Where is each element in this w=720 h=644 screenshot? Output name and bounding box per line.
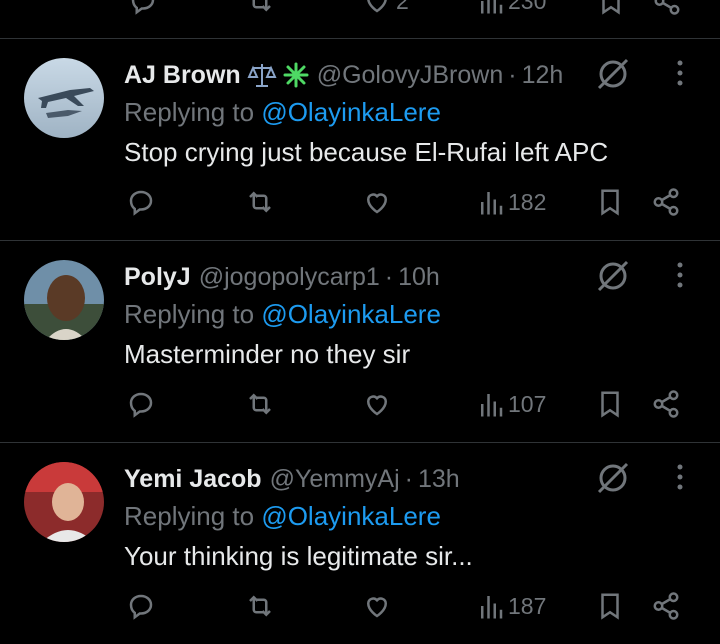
tweet-actions: 187 (0, 590, 720, 622)
reply-icon[interactable] (128, 0, 158, 16)
bookmark-icon[interactable] (598, 0, 624, 16)
share-icon[interactable] (652, 0, 682, 16)
like-icon[interactable] (362, 186, 392, 218)
display-name[interactable]: AJ Brown (124, 61, 241, 90)
share-icon[interactable] (651, 388, 681, 420)
repost-icon[interactable] (244, 388, 276, 420)
reply-icon[interactable] (126, 388, 156, 420)
grok-icon[interactable] (595, 258, 631, 294)
tweet-header: AJ Brown @GolovyJBrown · 12h (124, 58, 563, 92)
display-name[interactable]: Yemi Jacob (124, 465, 262, 494)
replying-prefix: Replying to (124, 97, 255, 127)
view-count: 230 (508, 0, 547, 14)
tweet-text: Stop crying just because El-Rufai left A… (124, 137, 609, 167)
tweet-actions: 182 (0, 186, 720, 218)
views-button[interactable]: 230 (478, 0, 546, 16)
grok-icon[interactable] (595, 460, 631, 496)
replying-prefix: Replying to (124, 299, 255, 329)
mention-link[interactable]: @OlayinkaLere (261, 97, 441, 127)
share-icon[interactable] (651, 186, 681, 218)
more-options-icon[interactable] (668, 58, 692, 88)
tweet-header: Yemi Jacob @YemmyAj · 13h (124, 462, 460, 496)
tweet-header: PolyJ @jogopolycarp1 · 10h (124, 260, 440, 294)
timestamp[interactable]: 10h (398, 263, 440, 292)
separator-dot: · (384, 262, 394, 291)
repost-icon[interactable] (245, 0, 275, 16)
tweet-text: Masterminder no they sir (124, 339, 411, 369)
view-count: 107 (508, 390, 547, 417)
avatar[interactable] (24, 260, 104, 340)
separator-dot: · (404, 464, 413, 493)
mention-link[interactable]: @OlayinkaLere (261, 501, 441, 531)
repost-icon[interactable] (244, 186, 276, 218)
replying-to: Replying to @OlayinkaLere (124, 97, 441, 128)
bookmark-icon[interactable] (597, 186, 623, 218)
share-icon[interactable] (651, 590, 681, 622)
tweet-text: Your thinking is legitimate sir... (124, 541, 473, 571)
handle[interactable]: @YemmyAj (270, 465, 400, 494)
like-icon[interactable] (362, 590, 392, 622)
sparkle-emoji (283, 62, 309, 88)
more-options-icon[interactable] (668, 260, 692, 290)
tweet-actions: 107 (0, 388, 720, 420)
replying-to: Replying to @OlayinkaLere (124, 299, 441, 330)
handle[interactable]: @jogopolycarp1 (199, 263, 380, 292)
tweet-reply[interactable]: PolyJ @jogopolycarp1 · 10h Replying to @… (0, 240, 720, 443)
like-button[interactable]: 2 (362, 0, 409, 16)
timestamp[interactable]: 12h (522, 61, 564, 90)
more-options-icon[interactable] (668, 462, 692, 492)
separator-dot: · (508, 60, 517, 89)
tweet-reply[interactable]: AJ Brown @GolovyJBrown · 12h Replying to… (0, 38, 720, 241)
display-name[interactable]: PolyJ (124, 263, 191, 292)
replying-prefix: Replying to (124, 501, 255, 531)
reply-icon[interactable] (126, 590, 156, 622)
views-button[interactable]: 187 (478, 590, 546, 622)
like-count: 2 (396, 0, 409, 14)
avatar[interactable] (24, 462, 104, 542)
view-count: 182 (508, 188, 547, 215)
bookmark-icon[interactable] (597, 590, 623, 622)
avatar[interactable] (24, 58, 104, 138)
replying-to: Replying to @OlayinkaLere (124, 501, 441, 532)
reply-icon[interactable] (126, 186, 156, 218)
tweet-reply[interactable]: Yemi Jacob @YemmyAj · 13h Replying to @O… (0, 442, 720, 644)
views-button[interactable]: 107 (478, 388, 546, 420)
repost-icon[interactable] (244, 590, 276, 622)
scales-emoji (247, 62, 277, 88)
bookmark-icon[interactable] (597, 388, 623, 420)
grok-icon[interactable] (595, 56, 631, 92)
timestamp[interactable]: 13h (418, 465, 460, 494)
views-button[interactable]: 182 (478, 186, 546, 218)
view-count: 187 (508, 592, 547, 619)
previous-tweet-actions: 2 230 (0, 0, 720, 39)
mention-link[interactable]: @OlayinkaLere (261, 299, 441, 329)
handle[interactable]: @GolovyJBrown (317, 61, 504, 90)
like-icon[interactable] (362, 388, 392, 420)
